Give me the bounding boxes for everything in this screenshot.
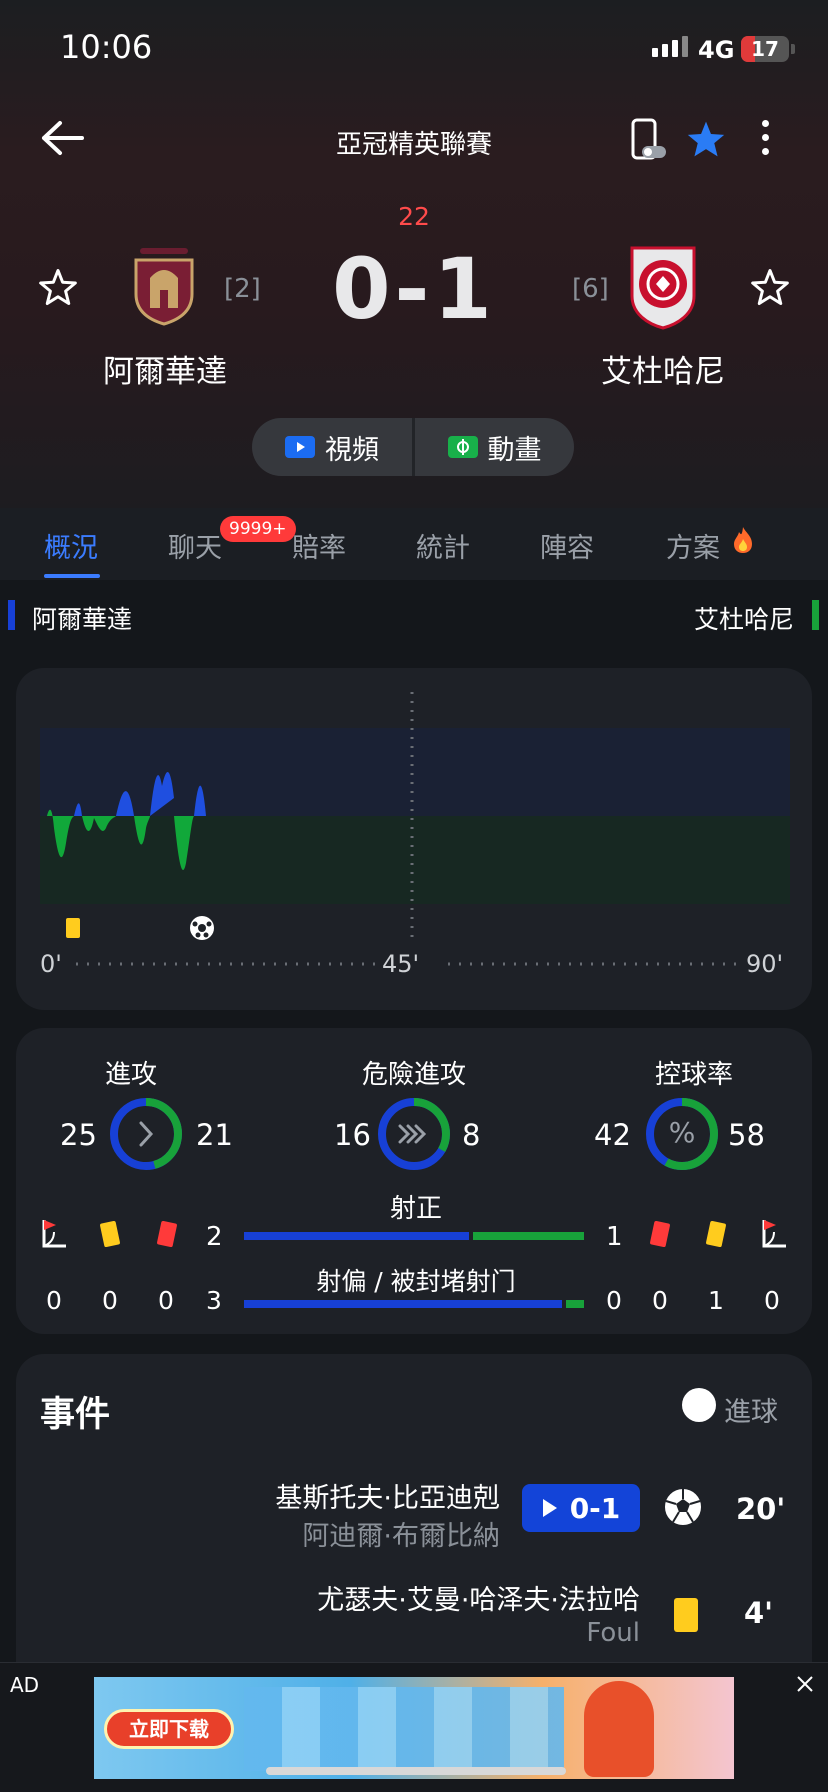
more-menu-icon[interactable] xyxy=(762,120,770,155)
play-icon xyxy=(542,1499,557,1517)
event-1-score: 0-1 xyxy=(569,1491,621,1525)
animation-button[interactable]: 動畫 xyxy=(415,418,574,476)
home-corner-icon xyxy=(42,1220,66,1248)
chat-badge: 9999+ xyxy=(220,516,296,542)
away-color-marker xyxy=(812,600,819,630)
tab-active-indicator xyxy=(44,574,100,578)
ad-label: AD xyxy=(10,1673,40,1697)
ad-download-button[interactable]: 立即下载 xyxy=(104,1709,234,1749)
pitch-animation-icon xyxy=(447,436,478,458)
attack-home: 25 xyxy=(60,1118,97,1152)
home-red-card-icon xyxy=(156,1220,178,1248)
away-team-logo xyxy=(630,246,696,330)
event-1-minute: 20' xyxy=(736,1492,786,1526)
away-yellow-count: 1 xyxy=(708,1286,724,1315)
shots-on-home: 2 xyxy=(206,1222,223,1252)
events-card: 事件 進球 基斯托夫·比亞迪剋 阿迪爾·布爾比納 0-1 20' 尤瑟夫·艾曼·… xyxy=(16,1354,812,1674)
shots-off-bar xyxy=(244,1300,584,1308)
home-yellow-count: 0 xyxy=(102,1286,118,1315)
momentum-mid-label: 45' xyxy=(382,950,420,978)
momentum-card: 0' 45' 90' xyxy=(16,668,812,1010)
home-red-count: 0 xyxy=(158,1286,174,1315)
shots-on-bar xyxy=(244,1232,584,1240)
possession-away: 58 xyxy=(728,1118,765,1152)
tab-overview[interactable]: 概況 xyxy=(44,526,98,565)
tab-stats[interactable]: 統計 xyxy=(416,526,470,565)
away-corners-count: 0 xyxy=(764,1286,780,1315)
favorite-star-icon[interactable] xyxy=(686,120,726,158)
ad-close-icon[interactable] xyxy=(796,1675,814,1693)
possession-home: 42 xyxy=(594,1118,631,1152)
event-1-player: 基斯托夫·比亞迪剋 xyxy=(275,1483,500,1514)
home-team-name: 阿爾華達 xyxy=(103,354,227,390)
tab-lineup[interactable]: 陣容 xyxy=(540,526,594,565)
shots-off-home: 3 xyxy=(206,1286,222,1315)
dangerous-home: 16 xyxy=(334,1118,371,1152)
attack-away: 21 xyxy=(196,1118,233,1152)
away-rank: [6] xyxy=(572,274,609,304)
away-red-count: 0 xyxy=(652,1286,668,1315)
away-yellow-card-icon xyxy=(705,1220,727,1248)
yellow-card-icon xyxy=(674,1598,698,1632)
goal-legend-icon xyxy=(682,1388,716,1422)
event-2-player: 尤瑟夫·艾曼·哈泽夫·法拉哈 xyxy=(317,1585,640,1616)
screen-rotate-icon[interactable] xyxy=(630,118,668,162)
event-2-minute: 4' xyxy=(744,1596,774,1630)
possession-label: 控球率 xyxy=(654,1060,733,1090)
attack-label: 進攻 xyxy=(104,1060,157,1090)
home-corners-count: 0 xyxy=(46,1286,62,1315)
home-yellow-card-icon xyxy=(99,1220,121,1248)
dangerous-away: 8 xyxy=(462,1118,481,1152)
ad-banner: AD 立即下载 xyxy=(0,1662,828,1792)
shots-on-label: 射正 xyxy=(389,1194,442,1224)
tab-plans[interactable]: 方案 xyxy=(666,526,720,565)
event-1-replay-button[interactable]: 0-1 xyxy=(522,1484,640,1532)
tab-chat[interactable]: 聊天 xyxy=(168,526,222,565)
possession-percent-icon: % xyxy=(668,1116,696,1149)
shots-off-label: 射偏 / 被封堵射门 xyxy=(316,1267,516,1296)
attack-chevron-icon xyxy=(139,1121,154,1147)
animation-label: 動畫 xyxy=(487,434,542,466)
dangerous-chevrons-icon xyxy=(398,1124,427,1144)
momentum-start-label: 0' xyxy=(40,950,62,978)
match-score: 0-1 xyxy=(332,240,496,338)
goal-legend-label: 進球 xyxy=(724,1397,778,1428)
video-label: 視頻 xyxy=(325,434,379,466)
signal-icon xyxy=(652,36,688,57)
ad-image[interactable]: 立即下载 xyxy=(94,1677,734,1779)
battery-level: 17 xyxy=(751,37,779,61)
match-minute: 22 xyxy=(398,202,430,231)
away-team-name: 艾杜哈尼 xyxy=(601,354,725,390)
teams-bar-home: 阿爾華達 xyxy=(32,605,133,634)
event-2-reason: Foul xyxy=(586,1618,640,1648)
shots-on-away: 1 xyxy=(606,1222,623,1252)
dangerous-attack-label: 危險進攻 xyxy=(361,1060,466,1090)
event-1-assist: 阿迪爾·布爾比納 xyxy=(302,1521,500,1552)
teams-bar-away: 艾杜哈尼 xyxy=(693,605,794,634)
status-time: 10:06 xyxy=(60,28,153,66)
attack-ring xyxy=(110,1098,182,1170)
media-switch: 視頻 動畫 xyxy=(252,418,574,476)
battery-icon: 17 xyxy=(741,36,789,62)
fire-icon xyxy=(734,527,752,553)
momentum-end-label: 90' xyxy=(746,950,784,978)
tab-bar: 概況 聊天 9999+ 賠率 統計 陣容 方案 xyxy=(0,508,828,580)
away-corner-icon xyxy=(762,1220,786,1248)
shots-off-away: 0 xyxy=(606,1286,622,1315)
tab-odds[interactable]: 賠率 xyxy=(292,526,346,565)
network-label: 4G xyxy=(698,36,735,64)
yellow-card-event-marker xyxy=(66,918,80,938)
away-follow-star-icon[interactable] xyxy=(750,268,790,306)
dangerous-ring xyxy=(378,1098,450,1170)
home-color-marker xyxy=(8,600,15,630)
match-header: 10:06 4G 17 亞冠精英聯賽 22 [2] 0-1 [6] 阿爾華達 艾… xyxy=(0,0,828,510)
events-title: 事件 xyxy=(40,1395,111,1435)
video-play-icon xyxy=(285,436,315,458)
away-red-card-icon xyxy=(649,1220,671,1248)
video-button[interactable]: 視頻 xyxy=(252,418,412,476)
stats-card: 進攻 25 21 危險進攻 16 8 控球率 42 % 58 2 射正 1 0 … xyxy=(16,1028,812,1334)
soccer-ball-icon xyxy=(663,1487,703,1527)
